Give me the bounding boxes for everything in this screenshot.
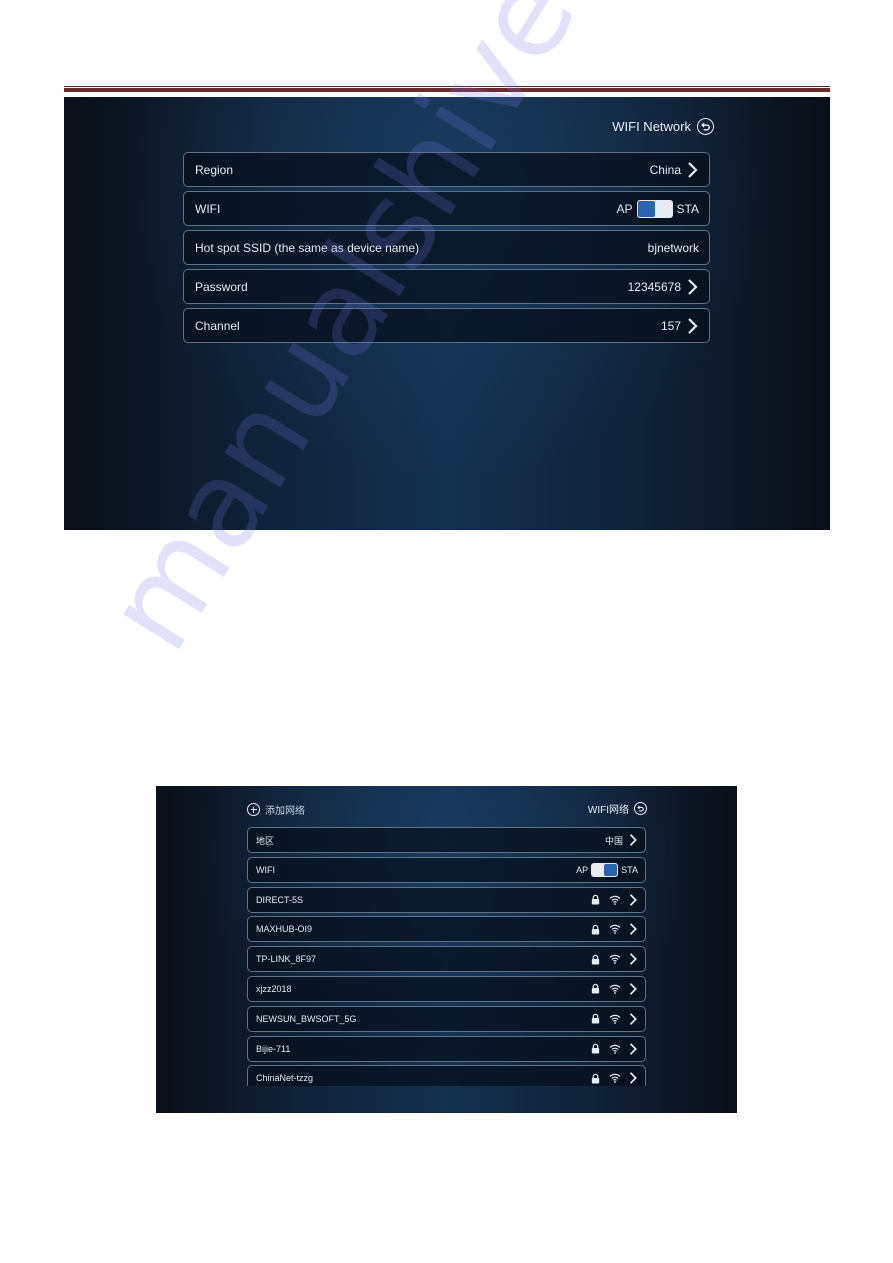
- row-label: Channel: [195, 318, 240, 333]
- toggle-knob: [604, 863, 618, 876]
- network-ssid: TP-LINK_8F97: [256, 954, 317, 965]
- network-list[interactable]: 地区 中国 WIFI AP STA DIRECT-5S MAXHUB-OI9 T…: [247, 827, 646, 1086]
- wifi-signal-icon: [609, 1044, 621, 1054]
- row-value: 157: [660, 318, 681, 333]
- network-row[interactable]: DIRECT-5S: [247, 886, 646, 913]
- wifi-mode-row: WIFI AP STA: [183, 191, 710, 226]
- channel-row[interactable]: Channel 157: [183, 308, 710, 343]
- wifi-network-screen-chinese: 添加网络 WIFI网络 地区 中国 WIFI AP STA DIRECT-5S: [156, 786, 737, 1113]
- row-label: WIFI: [256, 864, 275, 875]
- chevron-right-icon: [629, 982, 638, 996]
- header-rule-thin: [64, 86, 830, 87]
- row-label: Password: [195, 279, 248, 294]
- region-row[interactable]: 地区 中国: [247, 827, 646, 853]
- wifi-mode-row: WIFI AP STA: [247, 856, 646, 883]
- wifi-signal-icon: [609, 1074, 621, 1084]
- network-row[interactable]: ChinaNet-tzzg: [247, 1065, 646, 1086]
- row-value: China: [649, 162, 681, 177]
- lock-icon: [591, 1014, 600, 1024]
- chevron-right-icon: [629, 1012, 638, 1026]
- page-title: WIFI Network: [612, 119, 691, 134]
- toggle-label-sta: STA: [676, 201, 699, 216]
- add-network-button[interactable]: 添加网络: [247, 802, 305, 817]
- chevron-right-icon: [687, 161, 699, 179]
- network-ssid: Bijie-711: [256, 1043, 291, 1054]
- network-ssid: ChinaNet-tzzg: [256, 1073, 314, 1084]
- network-ssid: MAXHUB-OI9: [256, 924, 313, 935]
- network-row[interactable]: NEWSUN_BWSOFT_5G: [247, 1005, 646, 1032]
- region-row[interactable]: Region China: [183, 152, 710, 187]
- toggle-label-ap: AP: [616, 201, 633, 216]
- row-value: bjnetwork: [647, 240, 699, 255]
- row-value: 中国: [604, 835, 623, 846]
- network-ssid: DIRECT-5S: [256, 894, 304, 905]
- network-row[interactable]: MAXHUB-OI9: [247, 916, 646, 943]
- add-network-label: 添加网络: [265, 806, 305, 817]
- wifi-signal-icon: [609, 925, 621, 935]
- chevron-right-icon: [629, 1071, 638, 1085]
- screen-header: WIFI网络: [588, 801, 647, 816]
- network-ssid: xjzz2018: [256, 983, 292, 994]
- back-icon[interactable]: [634, 802, 647, 815]
- lock-icon: [591, 1073, 600, 1084]
- header-rule-thick: [64, 88, 830, 92]
- lock-icon: [591, 984, 600, 995]
- plus-circle-icon: [247, 803, 260, 816]
- row-label: WIFI: [195, 201, 221, 216]
- ap-sta-toggle[interactable]: [636, 199, 673, 218]
- hotspot-ssid-row: Hot spot SSID (the same as device name) …: [183, 230, 710, 265]
- row-value: 12345678: [627, 279, 681, 294]
- lock-icon: [591, 924, 600, 935]
- chevron-right-icon: [629, 893, 638, 907]
- settings-list: Region China WIFI AP STA Hot spot SSID (…: [183, 152, 710, 347]
- lock-icon: [591, 1043, 600, 1054]
- chevron-right-icon: [687, 278, 699, 296]
- network-row[interactable]: Bijie-711: [247, 1035, 646, 1062]
- wifi-signal-icon: [609, 1014, 621, 1024]
- chevron-right-icon: [629, 922, 638, 936]
- chevron-right-icon: [687, 317, 699, 335]
- wifi-network-screen-english: WIFI Network Region China WIFI AP STA Ho…: [64, 97, 830, 530]
- chevron-right-icon: [629, 833, 638, 847]
- lock-icon: [591, 954, 600, 965]
- chevron-right-icon: [629, 952, 638, 966]
- network-ssid: NEWSUN_BWSOFT_5G: [256, 1013, 357, 1024]
- toggle-label-ap: AP: [576, 864, 589, 875]
- toggle-label-sta: STA: [621, 864, 638, 875]
- toggle-knob: [637, 200, 655, 217]
- wifi-signal-icon: [609, 984, 621, 994]
- screen-header: WIFI Network: [612, 118, 714, 135]
- wifi-signal-icon: [609, 954, 621, 965]
- row-label: 地区: [256, 835, 275, 846]
- row-label: Region: [195, 162, 234, 177]
- network-row[interactable]: TP-LINK_8F97: [247, 946, 646, 973]
- wifi-signal-icon: [609, 895, 621, 905]
- network-row[interactable]: xjzz2018: [247, 975, 646, 1002]
- back-icon[interactable]: [697, 118, 714, 135]
- lock-icon: [591, 894, 600, 905]
- page-title: WIFI网络: [587, 805, 629, 816]
- row-label: Hot spot SSID (the same as device name): [195, 240, 420, 255]
- chevron-right-icon: [629, 1042, 638, 1056]
- ap-sta-toggle[interactable]: [591, 862, 619, 877]
- password-row[interactable]: Password 12345678: [183, 269, 710, 304]
